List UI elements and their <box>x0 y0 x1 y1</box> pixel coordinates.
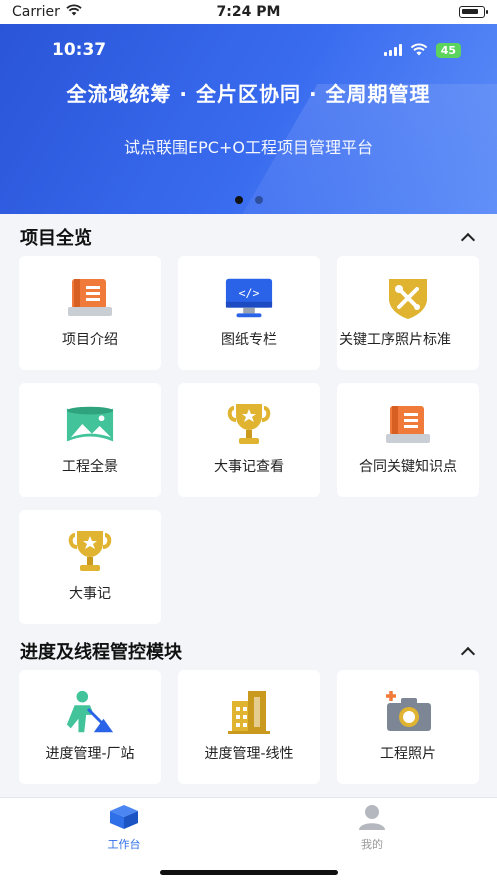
tools-shield-icon <box>383 275 433 321</box>
tab-bar: 工作台 我的 <box>0 797 497 883</box>
progress-grid: 进度管理-厂站 进度管理-线性 工程照片 <box>0 670 497 784</box>
tab-label: 我的 <box>361 838 383 851</box>
banner-inner-time: 10:37 <box>52 40 107 60</box>
tab-workbench[interactable]: 工作台 <box>64 804 184 852</box>
tile-label: 进度管理-线性 <box>204 746 294 763</box>
section-title-overview: 项目全览 <box>20 228 92 249</box>
tile-label: 图纸专栏 <box>221 332 277 349</box>
camera-plus-icon <box>383 689 433 735</box>
tile-panorama[interactable]: 工程全景 <box>19 383 161 497</box>
tile-label: 大事记 <box>69 586 111 603</box>
carrier-label: Carrier <box>12 4 60 20</box>
tile-drawings[interactable]: </> 图纸专栏 <box>178 256 320 370</box>
signal-icon <box>383 44 402 56</box>
carousel-dots <box>0 196 497 204</box>
banner-inner-status: 10:37 45 <box>52 40 461 60</box>
chevron-up-icon[interactable] <box>460 232 476 248</box>
tab-mine[interactable]: 我的 <box>312 804 432 852</box>
banner-headline: 全流域统筹 · 全片区协同 · 全周期管理 <box>66 82 431 106</box>
chevron-up-icon[interactable] <box>460 646 476 662</box>
cube-icon <box>109 804 139 833</box>
tile-key-process-photos[interactable]: 关键工序照片标准 <box>337 256 479 370</box>
wifi-icon <box>410 41 428 60</box>
tile-label: 项目介绍 <box>62 332 118 349</box>
tile-contract-knowledge[interactable]: 合同关键知识点 <box>337 383 479 497</box>
tile-progress-station[interactable]: 进度管理-厂站 <box>19 670 161 784</box>
tile-label: 工程照片 <box>380 746 436 763</box>
tile-events[interactable]: 大事记 <box>19 510 161 624</box>
battery-icon <box>459 6 488 18</box>
tile-progress-linear[interactable]: 进度管理-线性 <box>178 670 320 784</box>
home-indicator <box>160 870 338 875</box>
section-header-overview[interactable]: 项目全览 <box>0 218 497 256</box>
battery-badge: 45 <box>435 42 461 58</box>
building-icon <box>224 689 274 735</box>
tab-label: 工作台 <box>107 838 141 851</box>
banner-carousel[interactable]: 10:37 45 全流域统筹 · 全片区协同 · 全周期管理 试点联围EPC+O… <box>0 24 497 214</box>
banner-subline: 试点联围EPC+O工程项目管理平台 <box>124 138 373 157</box>
user-icon <box>357 804 387 833</box>
trophy-icon <box>224 402 274 448</box>
wifi-icon <box>66 4 82 20</box>
tile-label: 工程全景 <box>62 459 118 476</box>
carousel-dot-1[interactable] <box>234 196 243 204</box>
section-title-progress: 进度及线程管控模块 <box>20 642 182 663</box>
tile-label: 进度管理-厂站 <box>45 746 135 763</box>
notebook-icon <box>383 402 433 448</box>
overview-grid: 项目介绍 </> 图纸专栏 关键工序照片标准 工程全景 大事记查看 合同关键知识… <box>0 256 497 624</box>
carousel-dot-2[interactable] <box>254 196 263 204</box>
tile-label: 大事记查看 <box>214 459 284 476</box>
section-header-progress[interactable]: 进度及线程管控模块 <box>0 632 497 670</box>
worker-shovel-icon <box>65 689 115 735</box>
svg-text:</>: </> <box>239 286 260 300</box>
tile-label: 关键工序照片标准 <box>339 332 451 349</box>
notebook-icon <box>65 275 115 321</box>
tile-project-intro[interactable]: 项目介绍 <box>19 256 161 370</box>
tile-label: 合同关键知识点 <box>359 459 457 476</box>
trophy-icon <box>65 529 115 575</box>
status-bar: Carrier 7:24 PM <box>0 0 497 24</box>
tile-project-photos[interactable]: 工程照片 <box>337 670 479 784</box>
panorama-icon <box>65 402 115 448</box>
tile-events-view[interactable]: 大事记查看 <box>178 383 320 497</box>
monitor-code-icon: </> <box>224 275 274 321</box>
